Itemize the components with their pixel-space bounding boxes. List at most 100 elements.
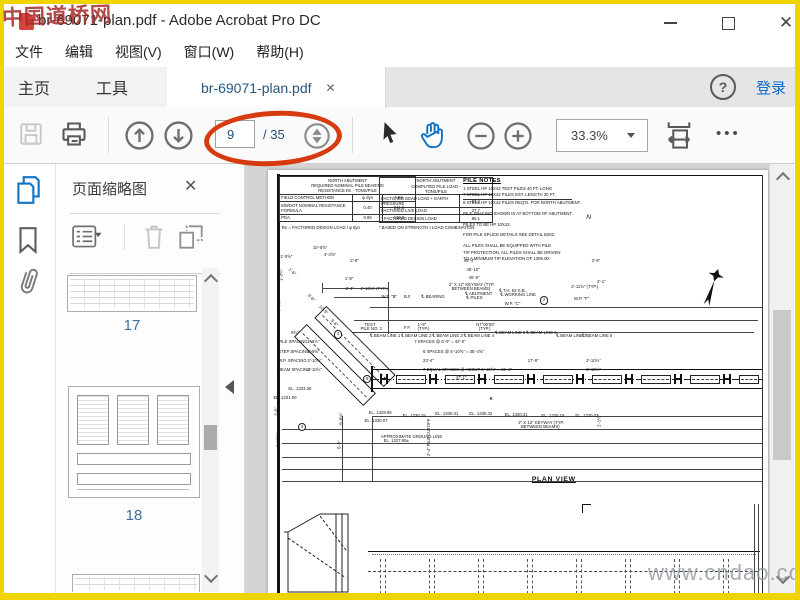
- zoom-level-value: 33.3%: [571, 128, 608, 143]
- plan-label: W.P. "B": [381, 293, 398, 299]
- select-cursor-icon[interactable]: [378, 120, 402, 146]
- delete-pages-icon[interactable]: [142, 223, 166, 251]
- thumbnail-page-19-partial[interactable]: [72, 574, 200, 592]
- minimize-icon: [663, 22, 677, 24]
- spacing-value: 5'-9⅝": [307, 348, 320, 354]
- maximize-button[interactable]: [713, 12, 743, 34]
- page-thumbnails-icon[interactable]: [14, 174, 42, 206]
- document-scrollbar-thumb[interactable]: [773, 310, 791, 460]
- thumbnail-page-17[interactable]: [67, 275, 197, 312]
- elevation-label: EL. 1330.07: [575, 413, 599, 419]
- spacing-row-label: BEAM SPACING: [278, 367, 311, 373]
- navigation-rail: [4, 164, 56, 593]
- thumbnail-label-18: 18: [125, 507, 143, 524]
- dim-label: 2'-8": [350, 258, 359, 264]
- thumbnail-label-17: 17: [123, 317, 141, 334]
- document-tab-close-icon[interactable]: ✕: [326, 81, 336, 95]
- plan-label: ℄ BEARING: [421, 293, 445, 299]
- login-link[interactable]: 登录: [756, 77, 786, 98]
- menu-file[interactable]: 文件: [4, 38, 54, 66]
- panel-scrollbar-thumb[interactable]: [204, 425, 217, 450]
- attachments-icon[interactable]: [15, 265, 41, 297]
- menu-window[interactable]: 窗口(W): [173, 38, 246, 66]
- dim-label: 2'-10⅝" (TYP.): [360, 285, 388, 291]
- wingwall-elevation: [284, 513, 349, 593]
- menu-edit[interactable]: 编辑: [54, 38, 104, 66]
- tab-document[interactable]: br-69071-plan.pdf ✕: [167, 67, 386, 108]
- panel-scrollbar[interactable]: [202, 268, 219, 592]
- thumbnail-drawing: [75, 577, 197, 590]
- zoom-in-icon[interactable]: [503, 121, 533, 151]
- thumbnail-drawing: [77, 473, 191, 485]
- thumbnail-drawing: [77, 395, 109, 445]
- spacing-value: 23'-4": [423, 358, 434, 364]
- thumbnail-divider: [70, 273, 220, 274]
- help-button[interactable]: ?: [710, 74, 736, 100]
- elevation-label: EL. 1330.19: [541, 412, 565, 418]
- plan-label: ℄ PILES: [466, 295, 483, 301]
- plan-view-title: PLAN VIEW: [531, 476, 576, 483]
- bookmarks-icon[interactable]: [16, 225, 40, 255]
- frame-right: [795, 0, 800, 600]
- beam-line-label: ℄ BEAM LINE 2: [401, 333, 432, 339]
- spacing-value: 2'-10½": [307, 358, 322, 364]
- tab-home[interactable]: 主页: [4, 69, 64, 105]
- maximize-icon: [721, 16, 735, 30]
- panel-close-icon[interactable]: ✕: [184, 176, 197, 196]
- next-page-icon[interactable]: [163, 120, 194, 151]
- thumbnail-page-18[interactable]: [68, 386, 200, 498]
- document-scrollbar[interactable]: [769, 164, 794, 594]
- thumbnail-drawing: [77, 453, 191, 465]
- dim-label: 3'-9": [591, 258, 601, 264]
- panel-collapse-handle[interactable]: [225, 380, 234, 394]
- menu-help[interactable]: 帮助(H): [245, 38, 314, 66]
- elevation-note: EL. 1327.95±: [383, 437, 409, 443]
- zoom-out-icon[interactable]: [466, 121, 496, 151]
- save-icon[interactable]: [18, 121, 44, 147]
- zoom-level-dropdown[interactable]: 33.3%: [556, 119, 648, 152]
- print-icon[interactable]: [60, 120, 88, 148]
- thumbnails-panel: 页面缩略图 ✕ 17 18: [56, 164, 245, 593]
- scroll-up-icon[interactable]: [775, 171, 791, 187]
- pile-notes: PILE NOTES 1 STEEL HP 10X42 TEST PILES 4…: [463, 178, 581, 261]
- document-area: NORTH ABUTMENT REQUIRED NOMINAL PILE BEAR…: [245, 164, 794, 594]
- thumbnail-drawing: [157, 395, 189, 445]
- dim-label: 45'-6": [468, 275, 480, 281]
- dim-label: 5'-9": [336, 440, 342, 450]
- elevation-label: EL. 1330.42: [469, 410, 493, 416]
- spacing-value: 6 SPACES @ 5'-10⅝" = 35'-4⅝": [423, 348, 484, 354]
- panel-toolbar-separator: [124, 224, 125, 250]
- scroll-down-icon[interactable]: [203, 568, 219, 584]
- north-arrow-icon: [703, 268, 724, 307]
- spacing-value: 2'-6½": [307, 339, 320, 345]
- elevation-note: BETWEEN BEAMS): [520, 424, 560, 430]
- elevation-label: EL. 1330.31: [504, 412, 528, 418]
- dim-label: 2'-4" PILE CUTOFF: [425, 418, 431, 456]
- minimize-button[interactable]: [655, 12, 685, 34]
- watermark-url: www.cndao.com: [648, 560, 800, 585]
- menu-view[interactable]: 视图(V): [104, 38, 173, 66]
- dim-label: 1'-0⅝": [280, 253, 293, 259]
- hand-tool-icon[interactable]: [418, 118, 448, 150]
- previous-page-icon[interactable]: [124, 120, 155, 151]
- close-icon: ✕: [778, 13, 794, 32]
- toolbar: / 35 33.3% •••: [4, 107, 795, 164]
- scroll-up-icon[interactable]: [203, 273, 219, 289]
- thumbnail-options-icon[interactable]: [72, 224, 106, 250]
- dim-label: 6'-10⅝": [275, 432, 281, 447]
- panel-divider: [70, 213, 220, 214]
- tab-tools[interactable]: 工具: [82, 69, 142, 105]
- spacing-value: 17'-8": [527, 358, 539, 364]
- extract-pages-icon[interactable]: [176, 223, 206, 251]
- dim-label: 1'-6": [273, 407, 279, 417]
- more-tools-button[interactable]: •••: [716, 125, 741, 142]
- dim-label: 9½": [291, 330, 299, 336]
- dim-label: 1'-8": [344, 276, 354, 282]
- app-tabs: 主页 工具: [4, 67, 168, 107]
- dim-label: 10'-5⅝": [312, 244, 328, 250]
- fit-width-icon[interactable]: [664, 119, 694, 151]
- dim-label: 45'-10": [466, 267, 480, 273]
- spacing-row-label: STEP SPACING: [278, 348, 310, 354]
- drawing-border: [277, 174, 280, 594]
- callout-bubble: 4: [333, 330, 343, 339]
